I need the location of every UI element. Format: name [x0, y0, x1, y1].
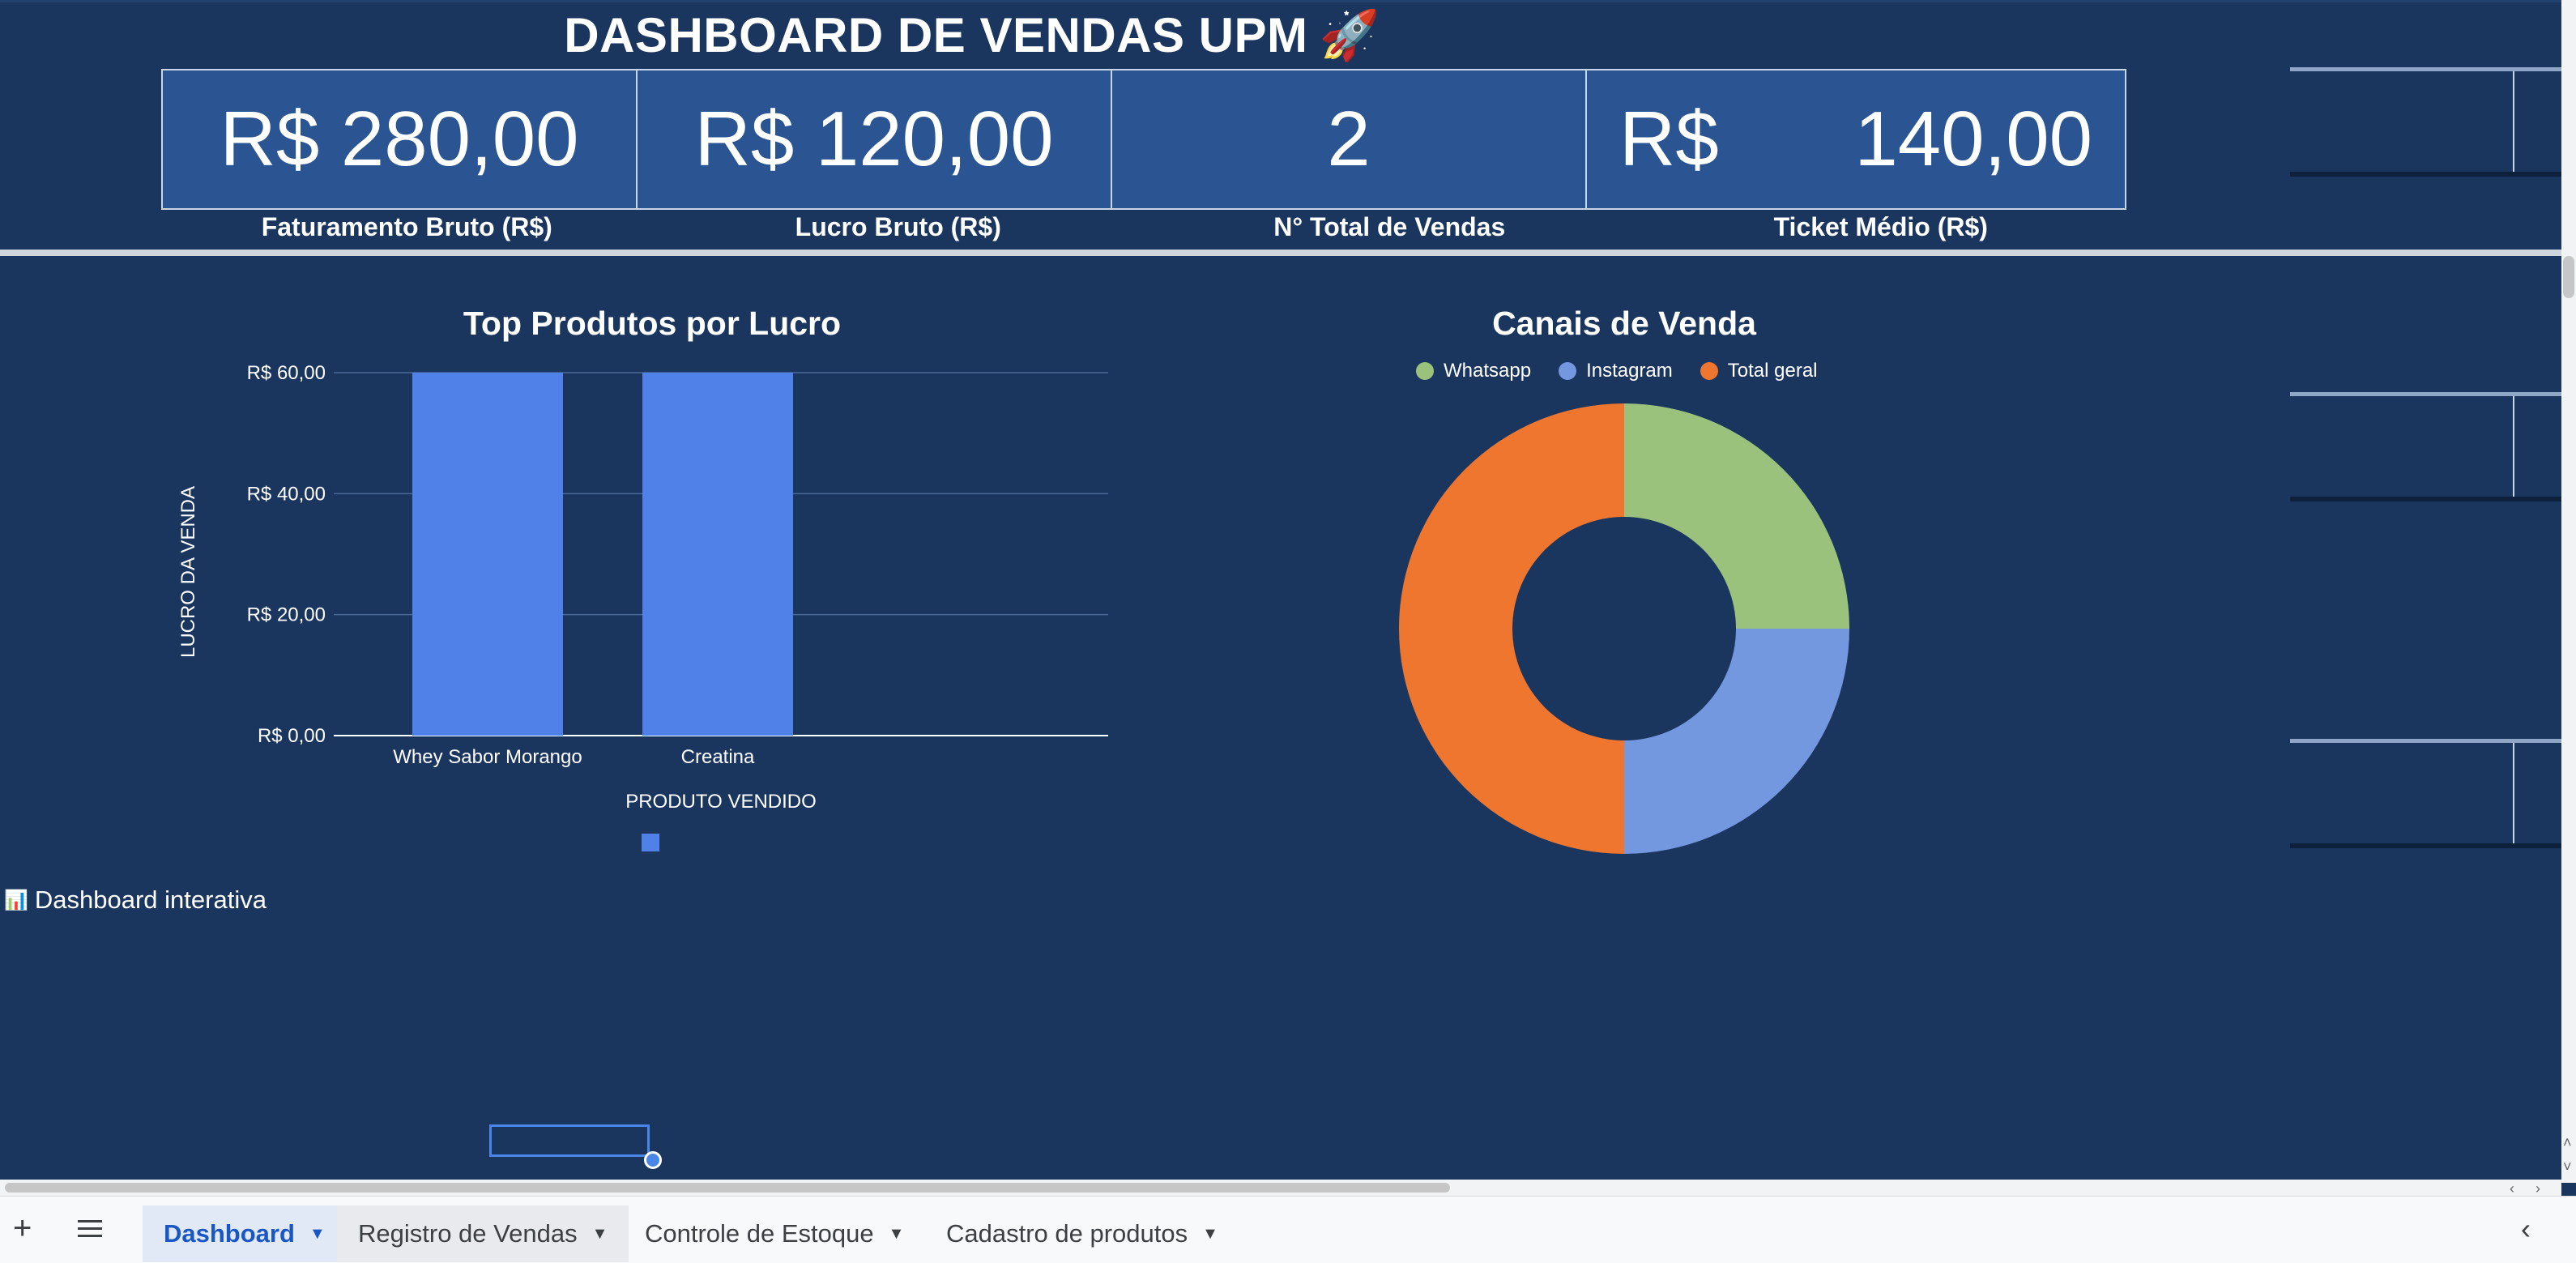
menu-icon[interactable]	[78, 1220, 102, 1237]
tab-registro-de-vendas[interactable]: Registro de Vendas ▼	[337, 1205, 629, 1262]
y-tick-label: R$ 40,00	[247, 483, 326, 505]
x-tick-label: Whey Sabor Morango	[393, 746, 582, 768]
kpi-lucro-label: Lucro Bruto (R$)	[795, 212, 1001, 241]
y-tick-label: R$ 0,00	[258, 725, 326, 747]
scroll-right-icon[interactable]: ›	[2535, 1180, 2540, 1197]
tab-cadastro-de-produtos[interactable]: Cadastro de produtos ▼	[925, 1205, 1239, 1262]
right-cell-border	[2513, 71, 2514, 172]
right-cell-border	[2290, 172, 2561, 177]
tab-label: Cadastro de produtos	[946, 1219, 1188, 1248]
x-tick-label: Creatina	[681, 746, 755, 768]
right-cell-border	[2290, 843, 2561, 848]
horizontal-scroll-thumb[interactable]	[5, 1183, 1450, 1193]
right-cell-border	[2513, 396, 2514, 497]
donut-slice-total-geral[interactable]	[1399, 403, 1624, 854]
chevron-down-icon[interactable]: ▼	[592, 1225, 608, 1244]
donut-svg	[1399, 403, 1849, 854]
right-cell-border	[2290, 497, 2561, 501]
bar-chart-svg: R$ 0,00 R$ 20,00 R$ 40,00 R$ 60,00 Whey Sabo…	[247, 362, 1108, 768]
selected-cell[interactable]	[489, 1124, 650, 1157]
kpi-lucro-value[interactable]: R$ 120,00	[638, 70, 1112, 208]
kpi-ticket-value[interactable]: R$ 140,00	[1587, 70, 2125, 208]
kpi-ticket-label: Ticket Médio (R$)	[1773, 212, 1988, 241]
kpi-ticket-prefix: R$	[1619, 96, 1719, 182]
bar-chart-emoji-icon: 📊	[4, 889, 28, 911]
x-axis-label: PRODUTO VENDIDO	[625, 791, 817, 813]
y-axis-label: LUCRO DA VENDA	[177, 485, 199, 659]
scroll-down-icon[interactable]: ˅	[2563, 1158, 2572, 1176]
chevron-down-icon[interactable]: ▼	[1202, 1225, 1218, 1244]
dashboard-note[interactable]: 📊 Dashboard interativa	[4, 885, 267, 915]
kpi-faturamento-value[interactable]: R$ 280,00	[163, 70, 638, 208]
dashboard-note-text: Dashboard interativa	[34, 885, 267, 914]
right-cell-border	[2290, 392, 2561, 396]
kpi-vendas-value[interactable]: 2	[1112, 70, 1587, 208]
vertical-scroll-thumb[interactable]	[2563, 256, 2574, 298]
kpi-faturamento-label: Faturamento Bruto (R$)	[261, 212, 552, 241]
tab-controle-de-estoque[interactable]: Controle de Estoque ▼	[624, 1205, 925, 1262]
right-cell-border	[2513, 743, 2514, 843]
scroll-left-icon[interactable]: ‹	[2510, 1180, 2514, 1197]
kpi-ticket-amount: 140,00	[1854, 96, 2092, 182]
section-divider	[0, 250, 2561, 256]
vertical-scrollbar[interactable]	[2561, 0, 2576, 1183]
fill-handle[interactable]	[644, 1151, 662, 1169]
bar-chart[interactable]: Top Produtos por Lucro R$ 0,00 R$ 20,00 R$…	[162, 261, 1142, 877]
donut-slice-instagram[interactable]	[1624, 629, 1849, 854]
donut-slice-whatsapp[interactable]	[1624, 403, 1849, 629]
tab-label: Controle de Estoque	[645, 1219, 874, 1248]
scroll-up-icon[interactable]: ˄	[2563, 1134, 2572, 1151]
dashboard-title: DASHBOARD DE VENDAS UPM 🚀	[564, 8, 1380, 62]
rocket-icon: 🚀	[1319, 8, 1380, 62]
tab-label: Registro de Vendas	[358, 1219, 578, 1248]
kpi-labels: Faturamento Bruto (R$) Lucro Bruto (R$) …	[161, 212, 2126, 242]
y-tick-label: R$ 60,00	[247, 362, 326, 384]
kpi-vendas-label: N° Total de Vendas	[1273, 212, 1506, 241]
donut-chart[interactable]: Canais de Venda Whatsapp Instagram Total…	[1296, 261, 1952, 877]
right-cell-border	[2290, 739, 2561, 743]
tab-dashboard[interactable]: Dashboard ▼	[143, 1205, 347, 1262]
right-cell-border	[2290, 67, 2561, 71]
kpi-row: R$ 280,00 R$ 120,00 2 R$ 140,00	[161, 69, 2126, 210]
tab-label: Dashboard	[164, 1219, 295, 1248]
legend-swatch	[642, 834, 659, 851]
bar[interactable]	[642, 373, 793, 736]
y-tick-label: R$ 20,00	[247, 604, 326, 626]
bar[interactable]	[412, 373, 563, 736]
chevron-down-icon[interactable]: ▼	[889, 1225, 905, 1244]
chevron-left-icon[interactable]: ‹	[2521, 1212, 2531, 1246]
plus-icon[interactable]: +	[13, 1210, 32, 1247]
top-gridline	[0, 0, 2561, 2]
chevron-down-icon[interactable]: ▼	[309, 1225, 326, 1244]
